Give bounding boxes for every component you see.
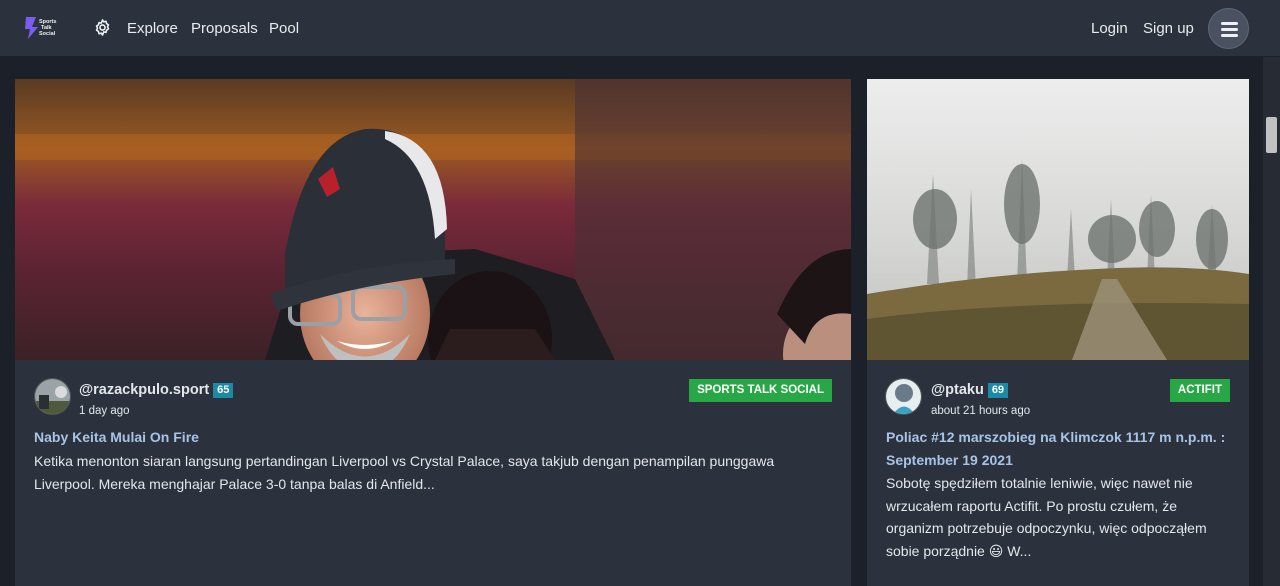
avatar[interactable] [885, 378, 922, 415]
gear-icon[interactable] [93, 18, 112, 37]
nav-link-pool[interactable]: Pool [269, 19, 299, 38]
post-thumbnail[interactable] [867, 79, 1249, 360]
post-time: about 21 hours ago [931, 405, 1031, 417]
login-link[interactable]: Login [1091, 19, 1128, 38]
post-author[interactable]: @ptaku 69 [931, 381, 1009, 399]
hamburger-icon [1221, 22, 1238, 25]
post-time: 1 day ago [79, 405, 130, 417]
post-card[interactable]: @ptaku 69 about 21 hours ago ACTIFIT Poli… [867, 79, 1249, 586]
signup-link[interactable]: Sign up [1143, 19, 1194, 38]
community-tag[interactable]: ACTIFIT [1169, 379, 1230, 402]
post-title[interactable]: Poliac #12 marszobieg na Klimczok 1117 m… [886, 426, 1231, 472]
nav-link-proposals[interactable]: Proposals [191, 19, 258, 38]
post-excerpt[interactable]: Ketika menonton siaran langsung pertandi… [34, 450, 834, 495]
top-navbar: Sports Talk Social Explore Proposals Poo… [0, 0, 1280, 57]
post-title[interactable]: Naby Keita Mulai On Fire [34, 426, 199, 449]
reputation-badge: 65 [213, 383, 234, 398]
post-author[interactable]: @razackpulo.sport 65 [79, 381, 234, 399]
avatar[interactable] [34, 378, 71, 415]
scrollbar-thumb[interactable] [1266, 117, 1277, 153]
page-scrollbar[interactable] [1263, 57, 1280, 586]
nav-link-explore[interactable]: Explore [127, 19, 178, 38]
reputation-badge: 69 [987, 383, 1009, 398]
post-excerpt[interactable]: Sobotę spędziłem totalnie leniwie, więc … [886, 472, 1236, 562]
post-card[interactable]: @razackpulo.sport 65 1 day ago SPORTS TAL… [15, 79, 851, 586]
svg-text:Social: Social [39, 31, 56, 37]
menu-button[interactable] [1208, 8, 1249, 49]
community-tag[interactable]: SPORTS TALK SOCIAL [689, 379, 832, 402]
site-logo[interactable]: Sports Talk Social [22, 15, 62, 41]
post-thumbnail[interactable] [15, 79, 851, 360]
